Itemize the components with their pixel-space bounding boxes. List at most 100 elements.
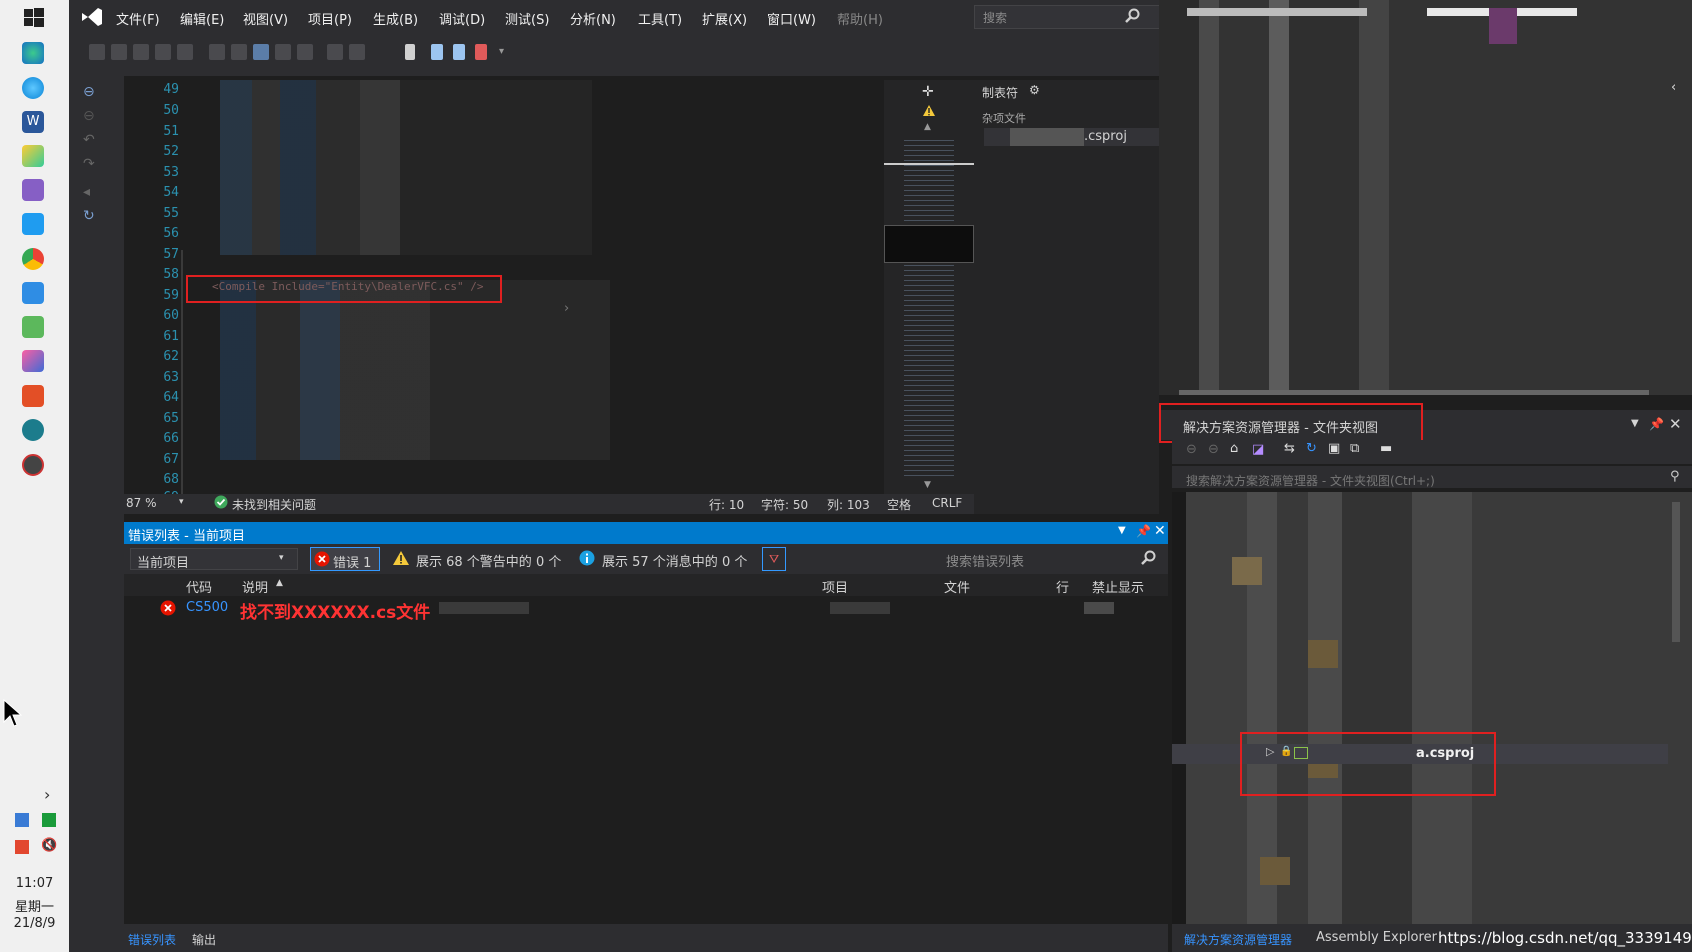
error-search-input[interactable]: 搜索错误列表 [940, 548, 1140, 570]
split-icon[interactable]: ✛ [922, 84, 934, 100]
menu-tools[interactable]: 工具(T) [638, 9, 682, 28]
scroll-up-icon[interactable]: ▲ [924, 122, 931, 132]
browser-icon[interactable] [22, 77, 44, 99]
app-icon-blue[interactable] [22, 282, 44, 304]
word-icon[interactable]: W [22, 111, 44, 133]
horizontal-scrollbar[interactable] [1179, 390, 1649, 395]
errors-filter-button[interactable]: 错误 1 [310, 547, 380, 571]
chevron-left-icon[interactable]: ‹ [1671, 80, 1676, 95]
toolbar-overflow-icon[interactable]: ▾ [499, 46, 504, 57]
menu-file[interactable]: 文件(F) [116, 9, 160, 28]
menu-view[interactable]: 视图(V) [243, 9, 288, 28]
forward-icon[interactable]: ⊖ [1208, 442, 1219, 457]
redo-icon[interactable]: ↷ [83, 156, 95, 172]
whitespace-mode[interactable]: 空格 [887, 496, 911, 513]
menu-extensions[interactable]: 扩展(X) [702, 9, 747, 28]
toolbar-icon[interactable] [209, 44, 225, 60]
navigate-forward-icon[interactable]: ⊖ [83, 108, 95, 124]
gear-icon[interactable]: ⚙ [1029, 83, 1040, 97]
dropdown-icon[interactable]: ▼ [1631, 418, 1639, 429]
toolbar-icon[interactable] [177, 44, 193, 60]
menu-project[interactable]: 项目(P) [308, 9, 352, 28]
dropdown-icon[interactable]: ▼ [1118, 525, 1126, 536]
solution-search[interactable]: 搜索解决方案资源管理器 - 文件夹视图(Ctrl+;) ⚲ [1172, 466, 1692, 488]
toolbar-icon[interactable] [111, 44, 127, 60]
tray-icon-green[interactable] [42, 813, 56, 827]
close-icon[interactable]: ✕ [1154, 523, 1166, 539]
refresh-icon[interactable]: ↻ [1306, 441, 1317, 456]
bookmark-clear-icon[interactable] [475, 44, 487, 60]
copy-icon[interactable]: ⧉ [1350, 441, 1359, 456]
edge-icon[interactable] [22, 42, 44, 64]
bookmark-prev-icon[interactable] [431, 44, 443, 60]
column-project[interactable]: 项目 [822, 577, 848, 596]
search-icon[interactable] [1124, 8, 1140, 28]
messages-filter-button[interactable]: 展示 57 个消息中的 0 个 [602, 551, 747, 570]
table-row[interactable]: CS500 找不到XXXXXX.cs文件 [124, 598, 1168, 623]
chrome-icon[interactable] [22, 248, 44, 270]
search-icon[interactable] [1140, 550, 1156, 570]
chevron-right-icon[interactable]: › [44, 785, 50, 804]
windows-start-icon[interactable] [24, 8, 44, 28]
toolbar-icon[interactable] [327, 44, 343, 60]
step-icon[interactable]: ◂ [83, 184, 90, 200]
pin-icon[interactable]: 📌 [1136, 524, 1151, 538]
scroll-down-icon[interactable]: ▼ [924, 480, 931, 490]
error-code-link[interactable]: CS500 [186, 600, 228, 615]
toolbar-icon[interactable] [253, 44, 269, 60]
status-message[interactable]: 未找到相关问题 [232, 496, 316, 513]
refresh-icon[interactable]: ↻ [83, 208, 95, 224]
line-ending[interactable]: CRLF [932, 496, 962, 510]
mute-icon[interactable]: 🔇 [41, 838, 57, 853]
toolbar-icon[interactable] [89, 44, 105, 60]
chevron-down-icon[interactable]: ▾ [179, 497, 184, 507]
column-line[interactable]: 行 [1056, 577, 1069, 596]
tray-icon[interactable] [15, 813, 29, 827]
bookmark-next-icon[interactable] [453, 44, 465, 60]
navigate-back-icon[interactable]: ⊖ [83, 84, 95, 100]
toolbar-icon[interactable] [349, 44, 365, 60]
column-code[interactable]: 代码 [186, 577, 212, 596]
vertical-scrollbar[interactable] [1672, 502, 1680, 642]
zoom-level[interactable]: 87 % [126, 496, 157, 510]
close-icon[interactable]: ✕ [1669, 415, 1682, 433]
visual-studio-icon[interactable] [22, 179, 44, 201]
toolbar-icon[interactable] [297, 44, 313, 60]
editor-minimap[interactable]: ✛ ▲ ▼ [884, 80, 974, 494]
collapse-icon[interactable]: ▣ [1328, 441, 1340, 456]
tab-error-list[interactable]: 错误列表 [128, 931, 176, 948]
menu-test[interactable]: 测试(S) [505, 9, 549, 28]
properties-icon[interactable]: ▬ [1380, 441, 1392, 456]
toolbar-icon[interactable] [155, 44, 171, 60]
column-description[interactable]: 说明 [242, 577, 268, 596]
tray-icon-red[interactable] [15, 840, 29, 854]
search-icon[interactable]: ⚲ [1670, 469, 1680, 484]
back-icon[interactable]: ⊖ [1186, 442, 1197, 457]
app-icon-dark[interactable] [22, 454, 44, 476]
menu-edit[interactable]: 编辑(E) [180, 9, 224, 28]
app-icon-teal[interactable] [22, 419, 44, 441]
jetbrains-icon[interactable] [22, 350, 44, 372]
filter-icon[interactable]: ⛛ [762, 547, 786, 571]
toolbar-icon[interactable] [275, 44, 291, 60]
menu-analyze[interactable]: 分析(N) [570, 9, 616, 28]
html5-icon[interactable] [22, 385, 44, 407]
vscode-icon[interactable] [22, 213, 44, 235]
toolbar-icon[interactable] [133, 44, 149, 60]
bookmark-icon[interactable] [405, 44, 415, 60]
home-icon[interactable]: ⌂ [1230, 441, 1238, 456]
sync-icon[interactable]: ⇆ [1284, 441, 1295, 456]
column-file[interactable]: 文件 [944, 577, 970, 596]
code-editor[interactable]: 49 50 51 52 53 54 55 56 57 58 59 60 61 6… [124, 80, 886, 505]
minimap-viewport[interactable] [884, 225, 974, 263]
menu-help[interactable]: 帮助(H) [837, 9, 883, 28]
warnings-filter-button[interactable]: 展示 68 个警告中的 0 个 [416, 551, 561, 570]
menu-window[interactable]: 窗口(W) [767, 9, 816, 28]
undo-icon[interactable]: ↶ [83, 132, 95, 148]
menu-debug[interactable]: 调试(D) [439, 9, 485, 28]
tab-output[interactable]: 输出 [192, 931, 216, 948]
scope-select[interactable]: 当前项目 ▾ [130, 548, 298, 571]
column-suppress[interactable]: 禁止显示 [1092, 577, 1164, 596]
menu-build[interactable]: 生成(B) [373, 9, 418, 28]
tab-assembly-explorer[interactable]: Assembly Explorer [1316, 930, 1437, 945]
